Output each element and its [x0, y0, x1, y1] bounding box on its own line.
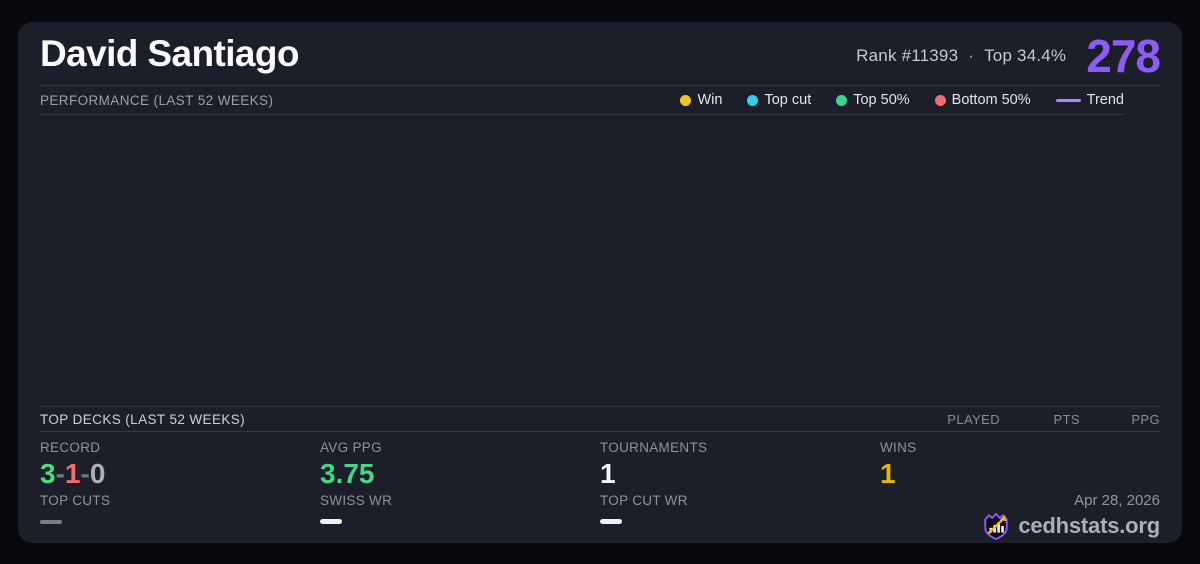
legend-item-bottom-50: Bottom 50%	[935, 92, 1031, 108]
stat-tournaments: TOURNAMENTS 1	[600, 440, 880, 493]
column-header-ppg: PPG	[1080, 412, 1160, 427]
stat-label-swiss-wr: SWISS WR	[320, 493, 600, 509]
legend-item-win: Win	[680, 92, 722, 108]
stat-value-top-cut-wr-dash	[600, 519, 622, 524]
stat-value-swiss-wr-dash	[320, 519, 342, 524]
stat-label-top-cuts: TOP CUTS	[40, 493, 320, 509]
rank-text: Rank #11393	[856, 46, 958, 66]
topdecks-column-headers: PLAYED PTS PPG	[920, 412, 1160, 427]
rank-summary: Rank #11393 · Top 34.4% 278	[856, 29, 1160, 79]
brand-row: cedhstats.org	[982, 511, 1160, 541]
column-header-pts: PTS	[1000, 412, 1080, 427]
legend-item-trend: Trend	[1056, 92, 1124, 108]
legend-label-bottom-50: Bottom 50%	[952, 92, 1031, 108]
brand-name: cedhstats.org	[1018, 513, 1160, 539]
legend-label-trend: Trend	[1087, 92, 1124, 108]
stat-top-cut-wr: TOP CUT WR	[600, 493, 880, 541]
stat-value-tournaments: 1	[600, 459, 880, 489]
stat-record: RECORD 3-1-0	[40, 440, 320, 493]
points-value: 278	[1086, 33, 1160, 79]
record-separator: -	[56, 458, 65, 489]
stat-top-cuts: TOP CUTS	[40, 493, 320, 541]
performance-section-title: PERFORMANCE (LAST 52 WEEKS)	[40, 93, 273, 108]
topdecks-section-title: TOP DECKS (LAST 52 WEEKS)	[40, 412, 245, 427]
topdecks-header-row: TOP DECKS (LAST 52 WEEKS) PLAYED PTS PPG	[40, 406, 1160, 432]
top-50-dot-icon	[836, 95, 847, 106]
legend-item-top-50: Top 50%	[836, 92, 909, 108]
stat-value-avg-ppg: 3.75	[320, 459, 600, 489]
shield-chart-arrow-icon	[982, 511, 1010, 541]
legend-item-top-cut: Top cut	[747, 92, 811, 108]
performance-header-row: PERFORMANCE (LAST 52 WEEKS) Win Top cut …	[40, 86, 1124, 115]
column-header-played: PLAYED	[920, 412, 1000, 427]
stat-value-top-cuts-dash	[40, 520, 62, 524]
stat-value-wins: 1	[880, 459, 1160, 489]
stats-grid: RECORD 3-1-0 AVG PPG 3.75 TOURNAMENTS 1 …	[18, 432, 1182, 541]
trend-line-icon	[1056, 99, 1081, 102]
stat-label-top-cut-wr: TOP CUT WR	[600, 493, 880, 509]
stat-label-tournaments: TOURNAMENTS	[600, 440, 880, 456]
win-dot-icon	[680, 95, 691, 106]
player-name: David Santiago	[40, 33, 299, 75]
rank-separator: ·	[968, 46, 974, 66]
legend-label-win: Win	[697, 92, 722, 108]
stat-wins: WINS 1	[880, 440, 1160, 493]
chart-legend: Win Top cut Top 50% Bottom 50% Trend	[680, 92, 1124, 108]
stat-label-record: RECORD	[40, 440, 320, 456]
percentile-text: Top 34.4%	[984, 46, 1066, 66]
report-date: Apr 28, 2026	[1074, 493, 1160, 509]
card-header: David Santiago Rank #11393 · Top 34.4% 2…	[40, 22, 1160, 86]
player-stats-card: David Santiago Rank #11393 · Top 34.4% 2…	[18, 22, 1182, 543]
card-footer: Apr 28, 2026 cedhstats.org	[880, 493, 1160, 541]
stat-value-record: 3-1-0	[40, 459, 320, 489]
top-cut-dot-icon	[747, 95, 758, 106]
stat-label-avg-ppg: AVG PPG	[320, 440, 600, 456]
bottom-50-dot-icon	[935, 95, 946, 106]
legend-label-top-50: Top 50%	[853, 92, 909, 108]
stat-avg-ppg: AVG PPG 3.75	[320, 440, 600, 493]
stat-label-wins: WINS	[880, 440, 1160, 456]
record-losses: 1	[65, 458, 81, 489]
performance-chart-area	[18, 115, 1182, 406]
record-wins: 3	[40, 458, 56, 489]
record-draws: 0	[90, 458, 106, 489]
record-separator: -	[80, 458, 89, 489]
legend-label-top-cut: Top cut	[764, 92, 811, 108]
stat-swiss-wr: SWISS WR	[320, 493, 600, 541]
